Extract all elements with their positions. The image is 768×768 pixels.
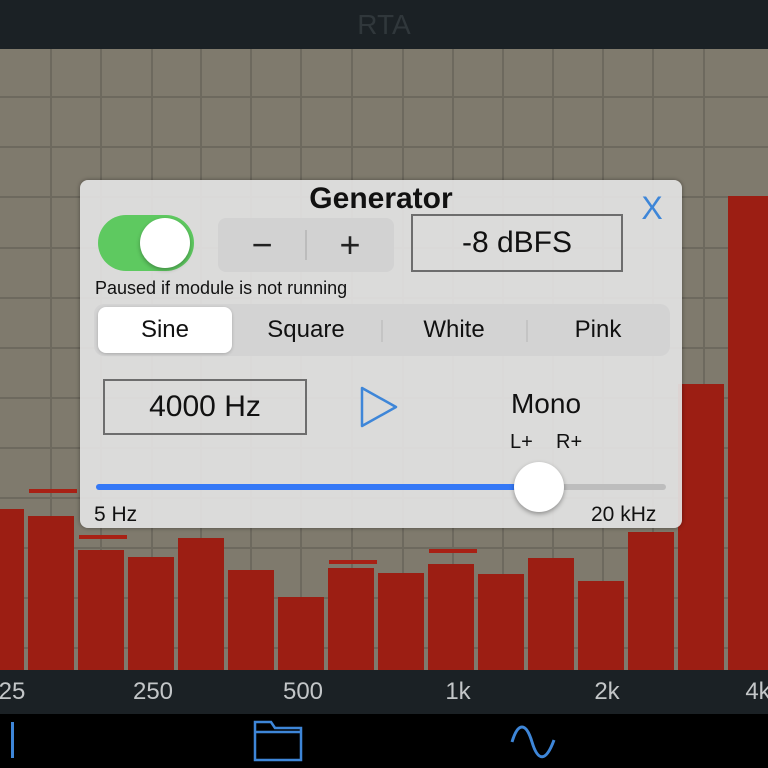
- generator-dialog: Generator X − + -8 dBFS Paused if module…: [80, 180, 682, 528]
- waveform-selector: Sine Square White Pink: [94, 304, 670, 356]
- spectrum-bar: [28, 516, 74, 670]
- waveform-white[interactable]: White: [384, 304, 524, 356]
- left-channel-label: L+: [510, 431, 533, 453]
- peak-marker: [29, 489, 77, 493]
- spectrum-bar: [128, 557, 174, 670]
- slider-max-label: 20 kHz: [591, 503, 657, 526]
- waveform-pink[interactable]: Pink: [530, 304, 666, 356]
- play-icon[interactable]: [358, 384, 402, 430]
- right-channel-label: R+: [556, 431, 583, 453]
- toggle-knob: [140, 218, 190, 268]
- close-button[interactable]: X: [638, 188, 666, 228]
- spectrum-bar: [578, 581, 624, 670]
- level-stepper: − +: [218, 218, 394, 272]
- slider-min-label: 5 Hz: [94, 503, 138, 526]
- spectrum-bar: [228, 570, 274, 670]
- spectrum-bar: [0, 509, 24, 670]
- spectrum-bar: [378, 573, 424, 670]
- peak-marker: [429, 549, 477, 553]
- increment-button[interactable]: +: [306, 218, 394, 272]
- app-title: RTA: [357, 9, 411, 40]
- sine-wave-icon[interactable]: [508, 722, 560, 762]
- level-field[interactable]: -8 dBFS: [411, 214, 623, 272]
- spectrum-bar: [478, 574, 524, 670]
- grid-line: [0, 96, 768, 98]
- folder-icon[interactable]: [251, 716, 307, 764]
- generator-toggle[interactable]: [98, 215, 194, 271]
- peak-marker: [79, 535, 127, 539]
- spectrum-bar: [178, 538, 224, 670]
- dialog-title: Generator: [309, 182, 453, 215]
- spectrum-bar: [628, 532, 674, 670]
- axis-tick-label: 250: [132, 678, 174, 705]
- peak-marker: [329, 560, 377, 564]
- channel-mode-button[interactable]: Mono: [476, 388, 616, 420]
- axis-tick-label: 2k: [594, 678, 620, 705]
- axis-tick-label: 25: [0, 678, 26, 705]
- segment-divider: [526, 320, 528, 342]
- bottom-toolbar: [0, 714, 768, 768]
- slider-fill: [96, 484, 539, 490]
- spectrum-bar: [328, 568, 374, 670]
- spectrum-bar: [678, 384, 724, 670]
- decrement-button[interactable]: −: [218, 218, 306, 272]
- cursor-icon[interactable]: [6, 720, 20, 762]
- axis-tick-label: 1k: [445, 678, 471, 705]
- axis-tick-label: 4k: [745, 678, 768, 705]
- waveform-square[interactable]: Square: [236, 304, 376, 356]
- spectrum-bar: [78, 550, 124, 670]
- frequency-slider[interactable]: [96, 462, 666, 512]
- slider-thumb[interactable]: [514, 462, 564, 512]
- segment-divider: [381, 320, 383, 342]
- axis-tick-label: 500: [282, 678, 324, 705]
- waveform-sine[interactable]: Sine: [98, 307, 232, 353]
- spectrum-bar: [528, 558, 574, 670]
- paused-note: Paused if module is not running: [95, 278, 348, 298]
- spectrum-bar: [278, 597, 324, 670]
- spectrum-bar: [728, 196, 768, 670]
- grid-line: [0, 146, 768, 148]
- frequency-field[interactable]: 4000 Hz: [103, 379, 307, 435]
- spectrum-bar: [428, 564, 474, 670]
